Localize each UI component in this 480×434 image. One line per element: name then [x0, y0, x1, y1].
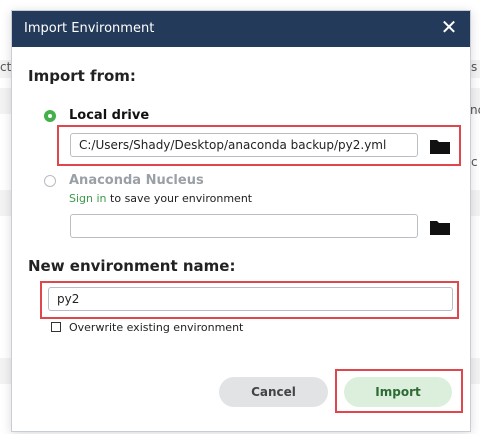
- dialog-title: Import Environment: [24, 21, 155, 36]
- dialog-titlebar: Import Environment ✕: [12, 11, 470, 47]
- background-text: s: [471, 60, 478, 74]
- anaconda-nucleus-label[interactable]: Anaconda Nucleus: [69, 173, 204, 188]
- local-drive-label[interactable]: Local drive: [69, 108, 149, 123]
- cancel-button[interactable]: Cancel: [219, 377, 328, 407]
- sign-in-hint: Sign in to save your environment: [69, 192, 252, 205]
- overwrite-label: Overwrite existing environment: [69, 321, 244, 334]
- folder-icon[interactable]: [429, 218, 451, 236]
- import-button[interactable]: Import: [344, 377, 452, 407]
- overwrite-checkbox[interactable]: [51, 322, 61, 332]
- background-text: nc: [470, 103, 480, 117]
- radio-unselected-icon[interactable]: [44, 175, 56, 187]
- sign-in-suffix: to save your environment: [106, 192, 253, 205]
- radio-selected-icon[interactable]: [44, 110, 56, 122]
- close-icon[interactable]: ✕: [436, 15, 462, 41]
- environment-name-input[interactable]: py2: [48, 287, 453, 311]
- sign-in-link[interactable]: Sign in: [69, 192, 107, 205]
- local-drive-path-input[interactable]: C:/Users/Shady/Desktop/anaconda backup/p…: [70, 133, 418, 157]
- background-text: c: [471, 155, 478, 169]
- new-environment-name-label: New environment name:: [28, 257, 236, 275]
- import-from-label: Import from:: [28, 67, 136, 85]
- nucleus-input[interactable]: [70, 214, 418, 238]
- folder-icon[interactable]: [429, 137, 451, 155]
- import-environment-dialog: Import Environment ✕ Import from: Local …: [11, 10, 471, 432]
- background-text: ct: [0, 60, 12, 74]
